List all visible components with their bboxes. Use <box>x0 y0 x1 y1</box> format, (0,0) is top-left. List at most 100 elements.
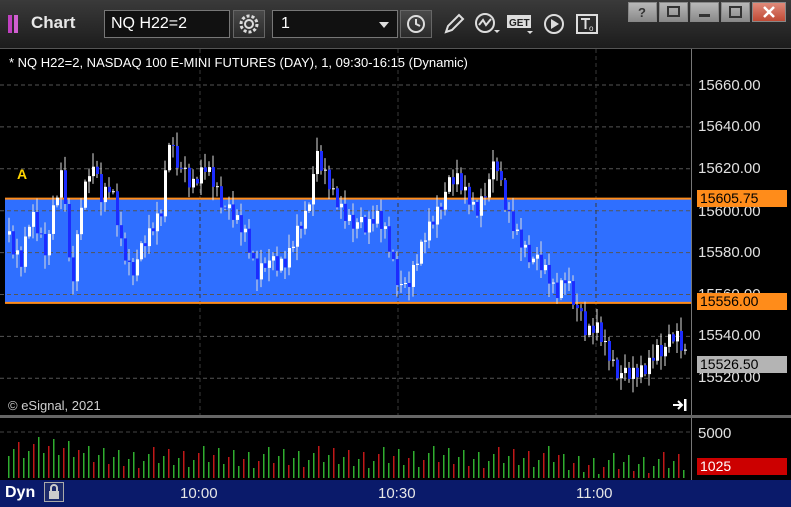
symbol-input[interactable]: NQ H22=2 <box>104 10 230 38</box>
volume-pane[interactable] <box>0 418 691 480</box>
volume-bar <box>428 453 430 478</box>
volume-bar <box>493 454 495 478</box>
minimize-button[interactable] <box>690 2 719 22</box>
candle-body <box>320 150 323 171</box>
candle-body <box>12 231 15 255</box>
candle-body <box>36 211 39 234</box>
candle-body <box>172 144 175 146</box>
volume-bar <box>88 446 90 478</box>
draw-button[interactable] <box>438 10 468 38</box>
maximize-icon <box>729 6 742 18</box>
maximize-button[interactable] <box>721 2 750 22</box>
volume-bar <box>58 455 60 478</box>
candle-body <box>296 225 299 247</box>
help-button[interactable]: ? <box>628 2 657 22</box>
studies-icon <box>475 13 500 33</box>
volume-bar <box>168 449 170 478</box>
candle-body <box>136 259 139 276</box>
close-button[interactable] <box>752 2 786 22</box>
candle-body <box>184 167 187 169</box>
candle-body <box>256 258 259 280</box>
volume-bar <box>183 451 185 478</box>
volume-bar <box>588 465 590 478</box>
restore-button[interactable] <box>659 2 688 22</box>
volume-bar <box>403 465 405 478</box>
volume-bar <box>13 449 15 478</box>
candle-body <box>260 263 263 280</box>
candle-body <box>196 178 199 184</box>
volume-bar <box>333 448 335 478</box>
candle-body <box>540 254 543 271</box>
volume-bar <box>638 464 640 478</box>
interval-value: 1 <box>281 15 290 32</box>
candlestick-chart[interactable] <box>0 49 691 415</box>
candle-body <box>432 221 435 225</box>
volume-bar <box>373 461 375 478</box>
help-icon: ? <box>638 5 646 20</box>
candle-body <box>652 357 655 361</box>
volume-bar <box>213 455 215 478</box>
candle-body <box>208 167 211 172</box>
candle-body <box>496 161 499 172</box>
candle-body <box>624 367 627 374</box>
candle-body <box>92 166 95 177</box>
candle-body <box>168 144 171 171</box>
volume-bar <box>173 465 175 478</box>
volume-bar <box>533 467 535 478</box>
candle-body <box>328 169 331 190</box>
volume-bar <box>68 441 70 478</box>
candle-body <box>112 191 115 193</box>
price-chart-pane[interactable] <box>0 49 691 415</box>
text-button[interactable]: o <box>572 10 602 38</box>
volume-bar <box>583 472 585 478</box>
play-button[interactable] <box>540 10 570 38</box>
candle-body <box>408 282 411 287</box>
volume-bar <box>468 466 470 478</box>
volume-bar <box>128 459 130 478</box>
candle-body <box>448 177 451 192</box>
volume-bar <box>633 471 635 478</box>
candle-body <box>40 233 43 235</box>
pencil-icon <box>444 13 465 34</box>
settings-button[interactable] <box>233 10 265 38</box>
chart-marker[interactable]: A <box>17 166 27 182</box>
candle-body <box>460 173 463 191</box>
lock-scale-button[interactable] <box>44 482 64 502</box>
candle-body <box>548 264 551 284</box>
lock-icon <box>49 484 59 499</box>
volume-bar <box>163 456 165 478</box>
studies-button[interactable] <box>472 10 502 38</box>
volume-bar <box>598 474 600 478</box>
volume-bar <box>348 450 350 478</box>
candle-body <box>616 359 619 379</box>
volume-bar <box>548 446 550 478</box>
volume-bar <box>218 448 220 478</box>
volume-bar <box>78 450 80 478</box>
volume-bar <box>508 456 510 478</box>
candle-body <box>400 284 403 286</box>
candle-body <box>200 167 203 184</box>
volume-bar <box>558 455 560 478</box>
volume-bar <box>53 439 55 478</box>
volume-bar <box>328 455 330 478</box>
candle-body <box>284 258 287 268</box>
candle-body <box>664 346 667 357</box>
candle-body <box>484 196 487 198</box>
candle-body <box>312 174 315 205</box>
volume-bar <box>678 454 680 478</box>
volume-bar <box>388 463 390 478</box>
volume-bar <box>668 468 670 478</box>
candle-body <box>436 206 439 225</box>
candle-body <box>52 205 55 234</box>
time-button[interactable] <box>400 10 432 38</box>
candle-body <box>356 222 359 229</box>
interval-select[interactable]: 1 <box>272 10 398 38</box>
volume-bar <box>108 464 110 478</box>
scroll-end-button[interactable] <box>672 398 688 412</box>
get-button[interactable]: GET <box>505 10 535 38</box>
candle-body <box>132 262 135 276</box>
candle-body <box>568 281 571 284</box>
volume-bar <box>478 452 480 478</box>
candle-body <box>520 229 523 248</box>
volume-bar <box>263 454 265 478</box>
